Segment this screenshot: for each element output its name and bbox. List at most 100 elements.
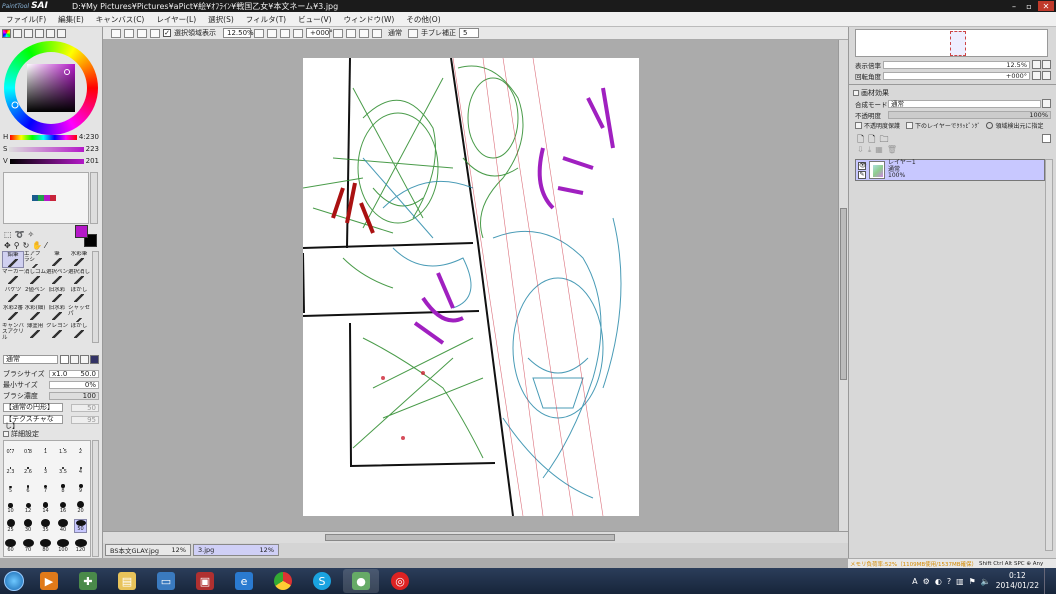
- brush-size-preset[interactable]: 10: [4, 500, 17, 514]
- delete-layer-icon[interactable]: 🗑: [887, 145, 897, 155]
- minimize-button[interactable]: –: [1008, 1, 1020, 11]
- brush-size-preset[interactable]: 6: [22, 480, 35, 494]
- close-button[interactable]: ✕: [1038, 1, 1054, 11]
- brush-size-preset[interactable]: 5: [4, 480, 17, 494]
- taskbar-ie[interactable]: e: [226, 569, 262, 593]
- tool-blur[interactable]: ぼかし: [68, 287, 90, 304]
- transfer-down-icon[interactable]: ⇩: [857, 145, 864, 155]
- edge-medium-button[interactable]: [70, 355, 79, 364]
- expand-icon[interactable]: [3, 431, 9, 437]
- vscroll-thumb[interactable]: [840, 208, 847, 380]
- mixer-tab[interactable]: [46, 29, 55, 38]
- ime-indicator[interactable]: A: [912, 577, 917, 586]
- selection-display-checkbox[interactable]: ✓: [163, 29, 171, 37]
- tool-thin[interactable]: 薄塗用: [24, 323, 46, 340]
- clock[interactable]: 0:12 2014/01/22: [996, 571, 1039, 591]
- tool-marker[interactable]: マーカー: [2, 269, 24, 286]
- tool-bucket[interactable]: バケツ: [2, 287, 24, 304]
- brush-size-preset[interactable]: 20: [74, 500, 87, 514]
- rotate-reset-button[interactable]: [359, 28, 369, 38]
- taskbar-sai[interactable]: ●: [343, 569, 379, 593]
- menu-file[interactable]: ファイル(F): [6, 14, 46, 25]
- expand-icon[interactable]: [853, 90, 859, 96]
- taskbar-app10[interactable]: ◎: [382, 569, 418, 593]
- hscroll-thumb[interactable]: [325, 534, 615, 541]
- rect-select-icon[interactable]: ⬚: [4, 230, 12, 239]
- help-icon[interactable]: ?: [947, 577, 951, 586]
- brush-size-preset[interactable]: 1.5: [57, 441, 70, 455]
- taskbar-app4[interactable]: ▭: [148, 569, 184, 593]
- menu-select[interactable]: 選択(S): [208, 14, 234, 25]
- undo-button[interactable]: [111, 28, 121, 38]
- nav-angle-slider[interactable]: +000°: [883, 71, 1030, 80]
- menu-filter[interactable]: フィルタ(T): [246, 14, 286, 25]
- brush-size-preset[interactable]: 0.8: [22, 441, 35, 455]
- tool-watercolor2[interactable]: 水彩2番: [2, 305, 24, 322]
- tool-old-watercolor[interactable]: 旧水彩: [46, 287, 68, 304]
- tool-watercolor[interactable]: 水彩筆: [68, 251, 90, 268]
- manga-page-canvas[interactable]: [303, 58, 639, 516]
- brush-size-preset[interactable]: 0.7: [4, 441, 17, 455]
- brush-size-preset[interactable]: 100: [57, 538, 70, 553]
- menu-edit[interactable]: 編集(E): [58, 14, 84, 25]
- layer-panel-menu-button[interactable]: [1042, 134, 1051, 143]
- saturation-slider[interactable]: [9, 146, 84, 152]
- tool-crayon[interactable]: クレヨン: [46, 323, 68, 340]
- navigator-viewport[interactable]: [950, 31, 966, 56]
- brush-size-preset[interactable]: 35: [39, 519, 52, 533]
- swatch-tab[interactable]: [57, 29, 66, 38]
- brush-size-preset[interactable]: 2.3: [4, 461, 17, 475]
- texture-strength[interactable]: 95: [71, 415, 99, 424]
- menu-layer[interactable]: レイヤー(L): [156, 14, 196, 25]
- palette-tab[interactable]: [35, 29, 44, 38]
- taskbar-app5[interactable]: ▣: [187, 569, 223, 593]
- hsv-slider-tab[interactable]: [24, 29, 33, 38]
- menu-view[interactable]: ビュー(V): [298, 14, 331, 25]
- tool-acrylic[interactable]: キャンバスアクリル: [2, 323, 24, 340]
- detail-settings-label[interactable]: 詳細設定: [11, 429, 39, 439]
- zoom-reset-button[interactable]: [280, 28, 290, 38]
- taskbar-media-player[interactable]: ▶: [31, 569, 67, 593]
- brush-size-slider[interactable]: x1.0 50.0: [49, 370, 99, 378]
- pen-icon[interactable]: ✎: [858, 170, 866, 179]
- edge-hard-button[interactable]: [60, 355, 69, 364]
- magic-wand-icon[interactable]: ✧: [28, 230, 35, 239]
- brush-size-preset[interactable]: 14: [39, 500, 52, 514]
- swatch[interactable]: [50, 195, 56, 201]
- doc-tab-active[interactable]: 3.jpg 12%: [193, 544, 279, 556]
- lasso-icon[interactable]: ➰: [15, 230, 25, 239]
- nav-rotate-right-button[interactable]: [1042, 71, 1051, 80]
- taskbar-skype[interactable]: S: [304, 569, 340, 593]
- nav-zoom-plus-button[interactable]: [1042, 60, 1051, 69]
- blend-mode-select[interactable]: 通常: [385, 28, 405, 38]
- layer-row[interactable]: 👁 ✎ レイヤー1 通常 100%: [855, 159, 1045, 181]
- move-icon[interactable]: ✥: [4, 241, 11, 250]
- hand-icon[interactable]: ✋: [32, 241, 42, 250]
- brush-size-preset[interactable]: 3: [39, 461, 52, 475]
- blend-dropdown-button[interactable]: [408, 28, 418, 38]
- select-all-button[interactable]: [150, 28, 160, 38]
- density-slider[interactable]: 100: [49, 392, 99, 400]
- clear-layer-icon[interactable]: ▦: [875, 145, 883, 155]
- layer-blend-select[interactable]: 通常: [888, 99, 1041, 108]
- brush-size-preset[interactable]: 3.5: [57, 461, 70, 475]
- brush-shape-strength[interactable]: 50: [71, 403, 99, 412]
- zoom-fit-button[interactable]: [293, 28, 303, 38]
- deselect-button[interactable]: [137, 28, 147, 38]
- current-color[interactable]: [75, 225, 88, 238]
- start-button[interactable]: [0, 568, 28, 594]
- brush-size-preset[interactable]: 2: [74, 441, 87, 455]
- tool-eraser[interactable]: 消しゴム: [24, 269, 46, 286]
- zoom-icon[interactable]: ⚲: [14, 241, 20, 250]
- flag-icon[interactable]: ⚑: [969, 577, 976, 586]
- eyedropper-icon[interactable]: ⁄: [45, 241, 46, 250]
- tool-scrollbar[interactable]: [92, 251, 99, 343]
- eye-icon[interactable]: 👁: [858, 161, 867, 170]
- redo-button[interactable]: [124, 28, 134, 38]
- show-desktop-button[interactable]: [1044, 568, 1052, 594]
- menu-canvas[interactable]: キャンバス(C): [96, 14, 145, 25]
- brush-size-scrollbar[interactable]: [92, 440, 99, 557]
- brush-size-preset[interactable]: 4: [74, 461, 87, 475]
- zoom-out-button[interactable]: [254, 28, 264, 38]
- specify-source-radio[interactable]: [986, 122, 994, 129]
